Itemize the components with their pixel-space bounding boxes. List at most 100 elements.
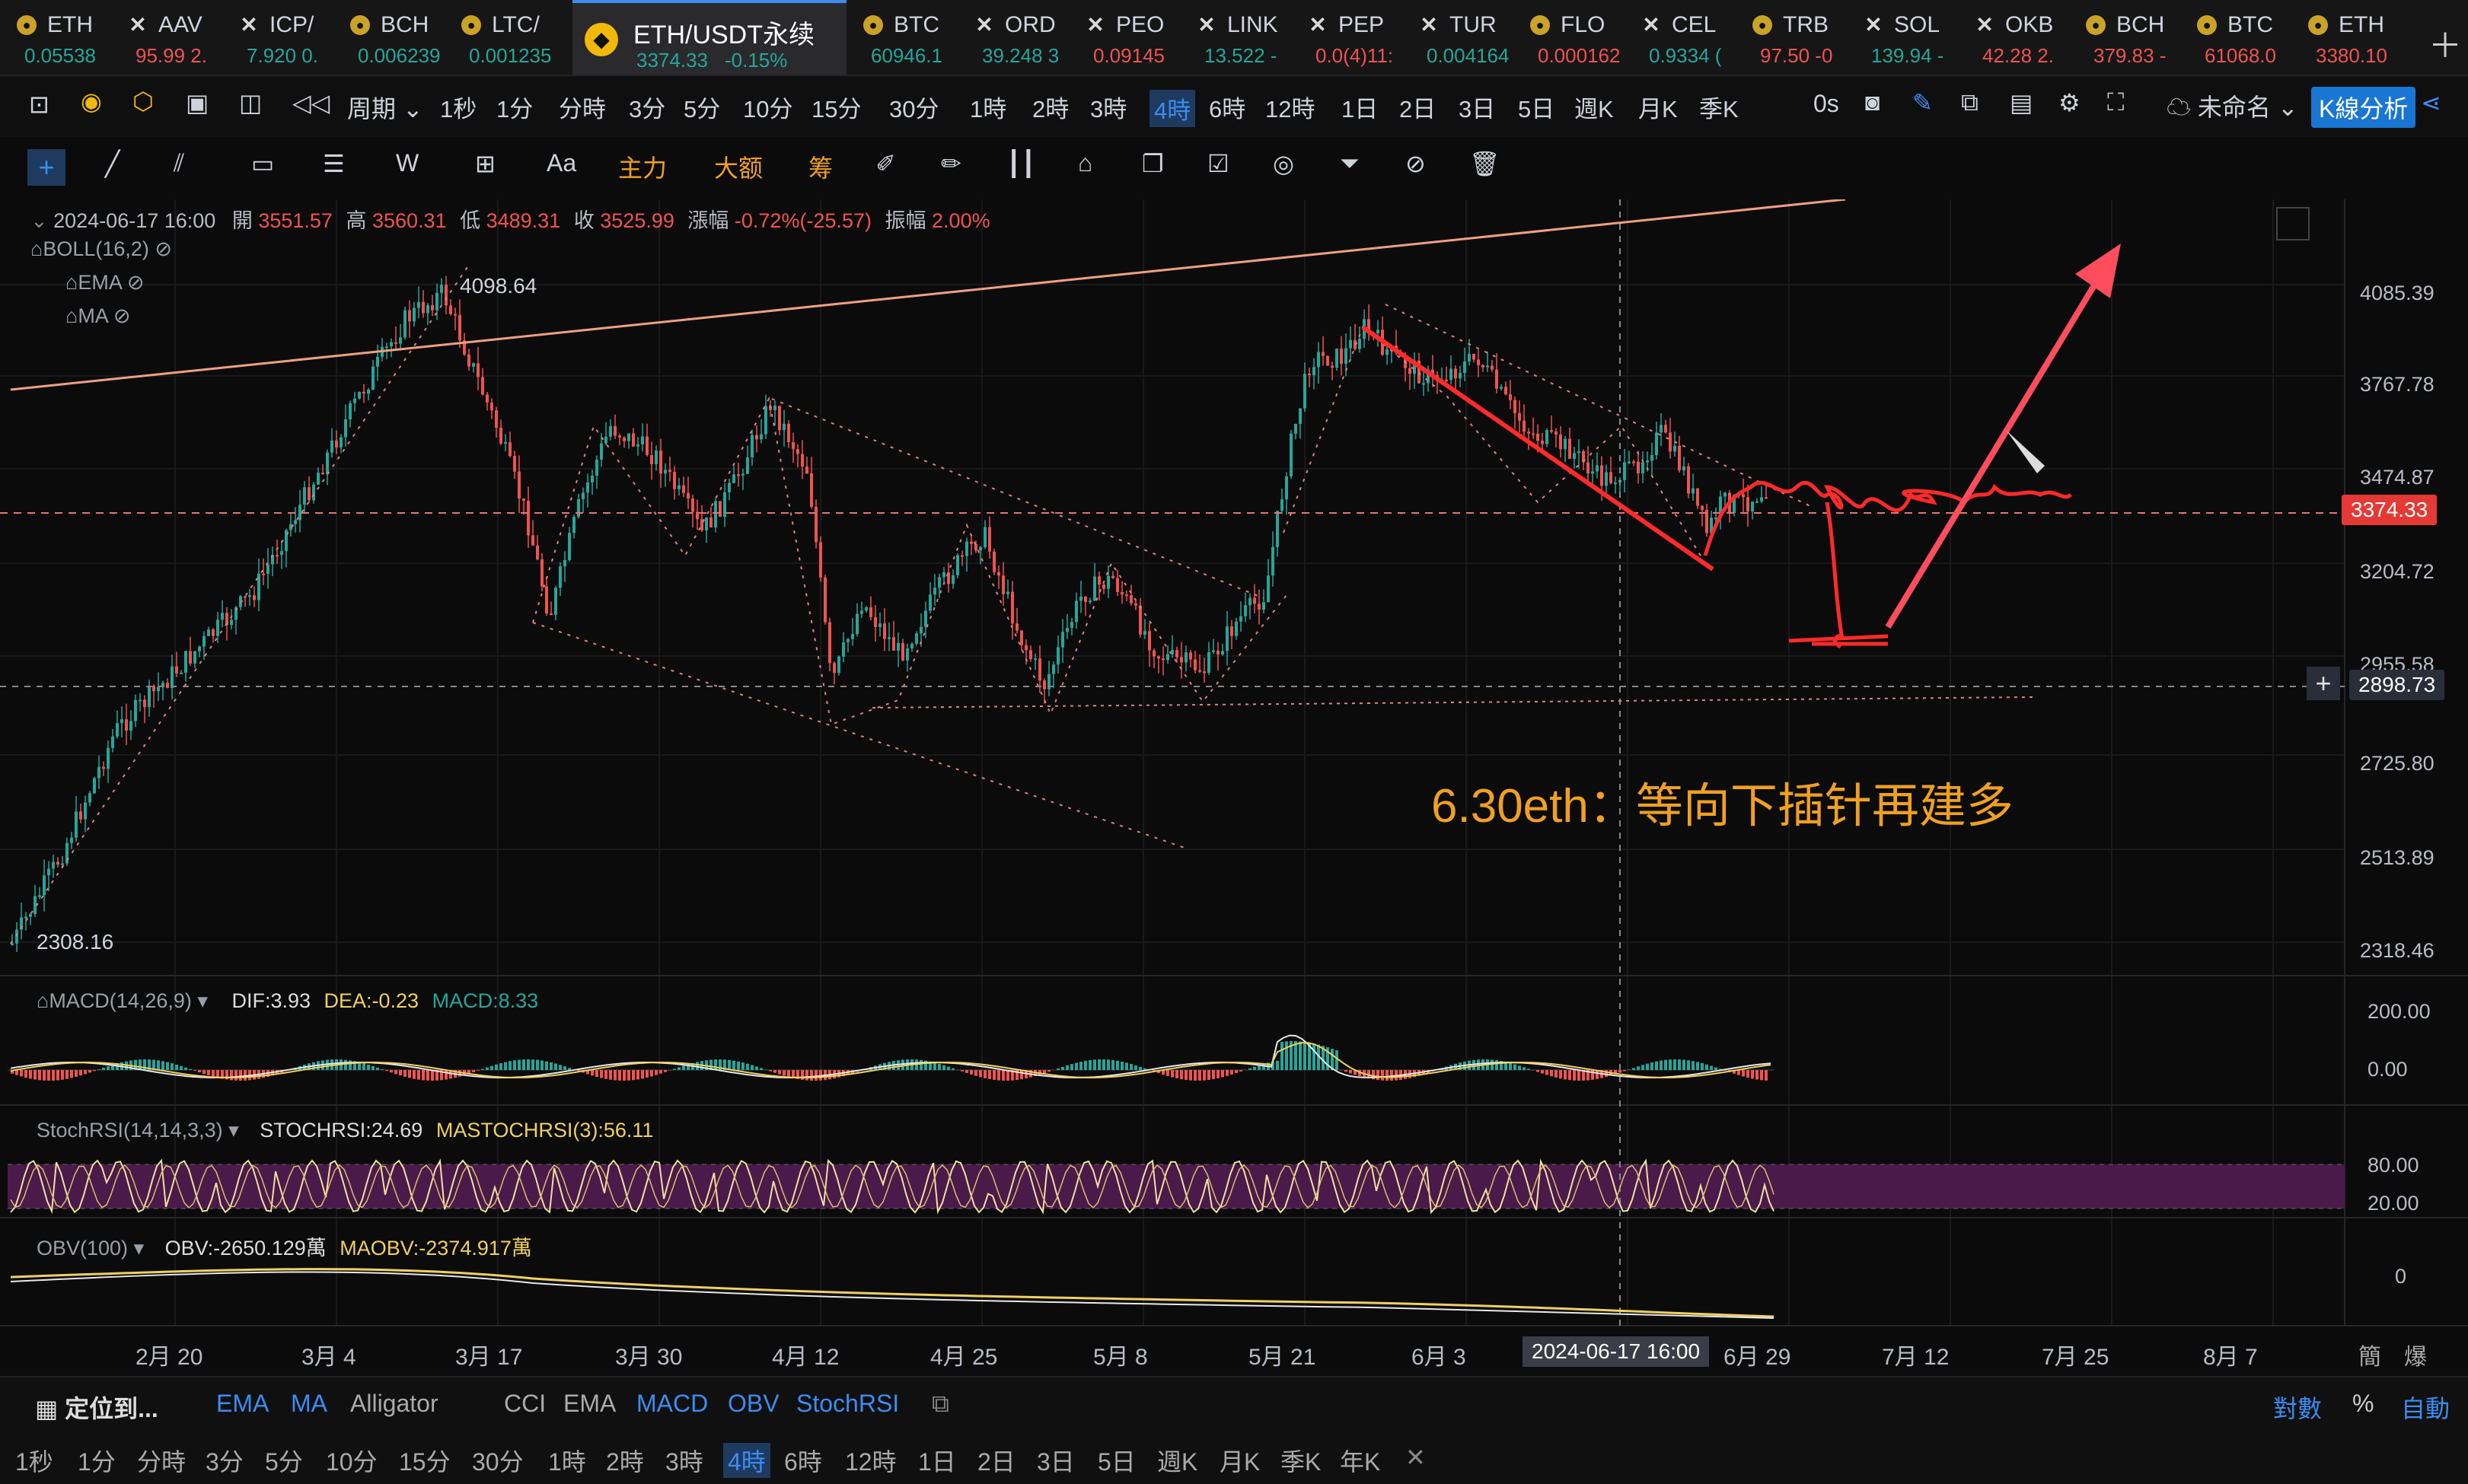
seconds-label[interactable]: 0s xyxy=(1813,90,1839,118)
bottom-interval-12時[interactable]: 12時 xyxy=(845,1443,897,1478)
ticker-tab[interactable]: ✕OKB42.28 2. xyxy=(1958,0,2069,75)
axis-corner-zoom[interactable]: 爆 xyxy=(2404,1338,2427,1371)
chart-type-icon[interactable]: ⊡ xyxy=(29,90,49,119)
bottom-indicator-MA[interactable]: MA xyxy=(291,1390,327,1418)
interval-1秒[interactable]: 1秒 xyxy=(440,90,477,124)
trash-icon[interactable]: 🗑 xyxy=(1469,149,1500,178)
bottom-interval-季K[interactable]: 季K xyxy=(1280,1443,1321,1478)
bottom-indicator-EMA[interactable]: EMA xyxy=(216,1390,269,1418)
rectangle-tool-icon[interactable]: ▭ xyxy=(251,149,274,178)
ticker-tab[interactable]: ✕AAV95.99 2. xyxy=(111,0,222,75)
cloud-layout-dropdown[interactable]: ☁ 未命名 ⌄ xyxy=(2167,88,2298,123)
chou-tool[interactable]: 筹 xyxy=(808,149,833,184)
lightning-icon[interactable]: ⬡ xyxy=(132,87,154,116)
eye-off-icon[interactable]: ⊘ xyxy=(127,271,145,294)
interval-1分[interactable]: 1分 xyxy=(496,90,533,124)
interval-2日[interactable]: 2日 xyxy=(1399,90,1436,124)
period-dropdown[interactable]: 周期 ⌄ xyxy=(347,90,423,125)
ticker-tab[interactable]: ✕SOL139.94 - xyxy=(1847,0,1958,75)
bottom-indicator-CCI[interactable]: CCI xyxy=(504,1390,546,1418)
interval-10分[interactable]: 10分 xyxy=(743,90,792,124)
interval-30分[interactable]: 30分 xyxy=(889,90,939,124)
ticker-tab[interactable]: ●BTC61068.0 xyxy=(2180,0,2291,75)
ticker-tab[interactable]: ✕PEO0.09145 xyxy=(1069,0,1180,75)
bottom-indicator-Alligator[interactable]: Alligator xyxy=(350,1390,438,1418)
bottom-interval-3分[interactable]: 3分 xyxy=(206,1443,244,1478)
interval-分時[interactable]: 分時 xyxy=(559,90,606,124)
interval-6時[interactable]: 6時 xyxy=(1209,90,1245,124)
drive-icon[interactable]: ▤ xyxy=(2010,88,2033,117)
eye-off-icon[interactable]: ⊘ xyxy=(155,237,172,260)
interval-2時[interactable]: 2時 xyxy=(1032,90,1069,124)
candle-tool-icon[interactable]: ┃┃ xyxy=(1006,149,1036,178)
zhuli-tool[interactable]: 主力 xyxy=(618,149,667,184)
eye-off-icon[interactable]: ⊘ xyxy=(113,304,131,327)
ticker-tab[interactable]: ●TRB97.50 -0 xyxy=(1736,0,1847,75)
copy-icon[interactable]: ❐ xyxy=(1142,149,1164,178)
bottom-indicator-MACD[interactable]: MACD xyxy=(636,1390,708,1418)
interval-1時[interactable]: 1時 xyxy=(970,90,1006,124)
macd-legend[interactable]: ⌂MACD(14,26,9) ▾ DIF:3.93 DEA:-0.23 MACD… xyxy=(37,989,538,1013)
interval-15分[interactable]: 15分 xyxy=(812,90,861,124)
bottom-interval-1日[interactable]: 1日 xyxy=(918,1443,956,1478)
crosshair-tool-icon[interactable]: + xyxy=(27,149,65,186)
rewind-icon[interactable]: ◁◁ xyxy=(292,88,330,117)
calendar-icon[interactable]: ▣ xyxy=(186,88,209,117)
camera-icon[interactable]: ◙ xyxy=(1865,88,1880,116)
bottom-indicator-StochRSI[interactable]: StochRSI xyxy=(796,1390,899,1418)
trendline-tool-icon[interactable]: ╱ xyxy=(105,149,120,178)
edit-icon[interactable]: ☑ xyxy=(1207,149,1229,178)
ticker-tab[interactable]: ✕PEP0.0(4)11: xyxy=(1291,0,1402,75)
bottom-indicator-OBV[interactable]: OBV xyxy=(728,1390,780,1418)
bottom-interval-1時[interactable]: 1時 xyxy=(548,1443,586,1478)
kline-analysis-button[interactable]: K線分析 xyxy=(2311,87,2415,128)
bottom-interval-6時[interactable]: 6時 xyxy=(784,1443,822,1478)
bottom-interval-3時[interactable]: 3時 xyxy=(665,1443,703,1478)
text-tool[interactable]: Aa xyxy=(547,149,576,177)
bottom-interval-年K[interactable]: 年K xyxy=(1340,1443,1380,1478)
pen-icon[interactable]: ✎ xyxy=(1912,88,1933,117)
bottom-interval-1分[interactable]: 1分 xyxy=(78,1443,116,1478)
ticker-tab[interactable]: ●BTC60946.1 xyxy=(847,0,958,75)
layout-icon[interactable]: ◫ xyxy=(239,88,262,117)
locate-button[interactable]: ▦ 定位到... xyxy=(35,1390,158,1425)
stochrsi-legend[interactable]: StochRSI(14,14,3,3) ▾ STOCHRSI:24.69 MAS… xyxy=(37,1119,653,1142)
auto-scale-toggle[interactable]: 自動 xyxy=(2401,1390,2450,1425)
add-tab-icon[interactable]: ＋ xyxy=(2428,18,2462,67)
lock-icon[interactable]: ⌂ xyxy=(1078,149,1092,177)
brush-icon[interactable]: ✏ xyxy=(941,149,961,178)
crosshair-add-icon[interactable]: + xyxy=(2307,667,2340,700)
bottom-interval-4時[interactable]: 4時 xyxy=(723,1443,770,1478)
ticker-tab[interactable]: ✕TUR0.004164 xyxy=(1402,0,1513,75)
bottom-interval-週K[interactable]: 週K xyxy=(1157,1443,1197,1478)
interval-季K[interactable]: 季K xyxy=(1699,90,1739,124)
parallel-tool-icon[interactable]: ⫽ xyxy=(174,149,184,178)
bottom-interval-1秒[interactable]: 1秒 xyxy=(15,1443,53,1478)
interval-週K[interactable]: 週K xyxy=(1574,90,1614,124)
interval-12時[interactable]: 12時 xyxy=(1265,90,1315,124)
log-scale-toggle[interactable]: 對數 xyxy=(2273,1390,2322,1425)
indicator-ma[interactable]: ⌂MA ⊘ xyxy=(65,304,130,328)
bottom-interval-2日[interactable]: 2日 xyxy=(977,1443,1016,1478)
fullscreen-icon[interactable]: ⛶ xyxy=(2107,88,2124,117)
price-chart[interactable] xyxy=(0,199,2468,1371)
bottom-interval-5日[interactable]: 5日 xyxy=(1098,1443,1136,1478)
indicator-ema[interactable]: ⌂EMA ⊘ xyxy=(65,271,144,295)
hide-icon[interactable]: ⊘ xyxy=(1405,149,1426,178)
bottom-interval-分時[interactable]: 分時 xyxy=(137,1443,186,1478)
dae-tool[interactable]: 大额 xyxy=(714,149,763,184)
tab-eth-usdt-perp[interactable]: ◆ ETH/USDT永续 3374.33 -0.15% xyxy=(572,0,847,75)
filter-icon[interactable]: ⏷ xyxy=(1340,149,1360,178)
close-icon[interactable]: ✕ xyxy=(1405,1443,1426,1472)
bottom-interval-15分[interactable]: 15分 xyxy=(399,1443,451,1478)
window-icon[interactable]: ⧉ xyxy=(1961,88,1979,117)
interval-4時[interactable]: 4時 xyxy=(1150,90,1195,127)
bottom-interval-3日[interactable]: 3日 xyxy=(1037,1443,1075,1478)
clock-icon[interactable]: ◉ xyxy=(81,87,102,116)
interval-月K[interactable]: 月K xyxy=(1638,90,1678,124)
settings-icon[interactable]: ⚙ xyxy=(2058,88,2081,117)
ticker-tab[interactable]: ✕CEL0.9334 ( xyxy=(1625,0,1736,75)
ticker-tab[interactable]: ✕ORD39.248 3 xyxy=(958,0,1069,75)
ticker-tab[interactable]: ✕ICP/7.920 0. xyxy=(222,0,333,75)
indicator-boll[interactable]: ⌂BOLL(16,2) ⊘ xyxy=(30,237,172,261)
